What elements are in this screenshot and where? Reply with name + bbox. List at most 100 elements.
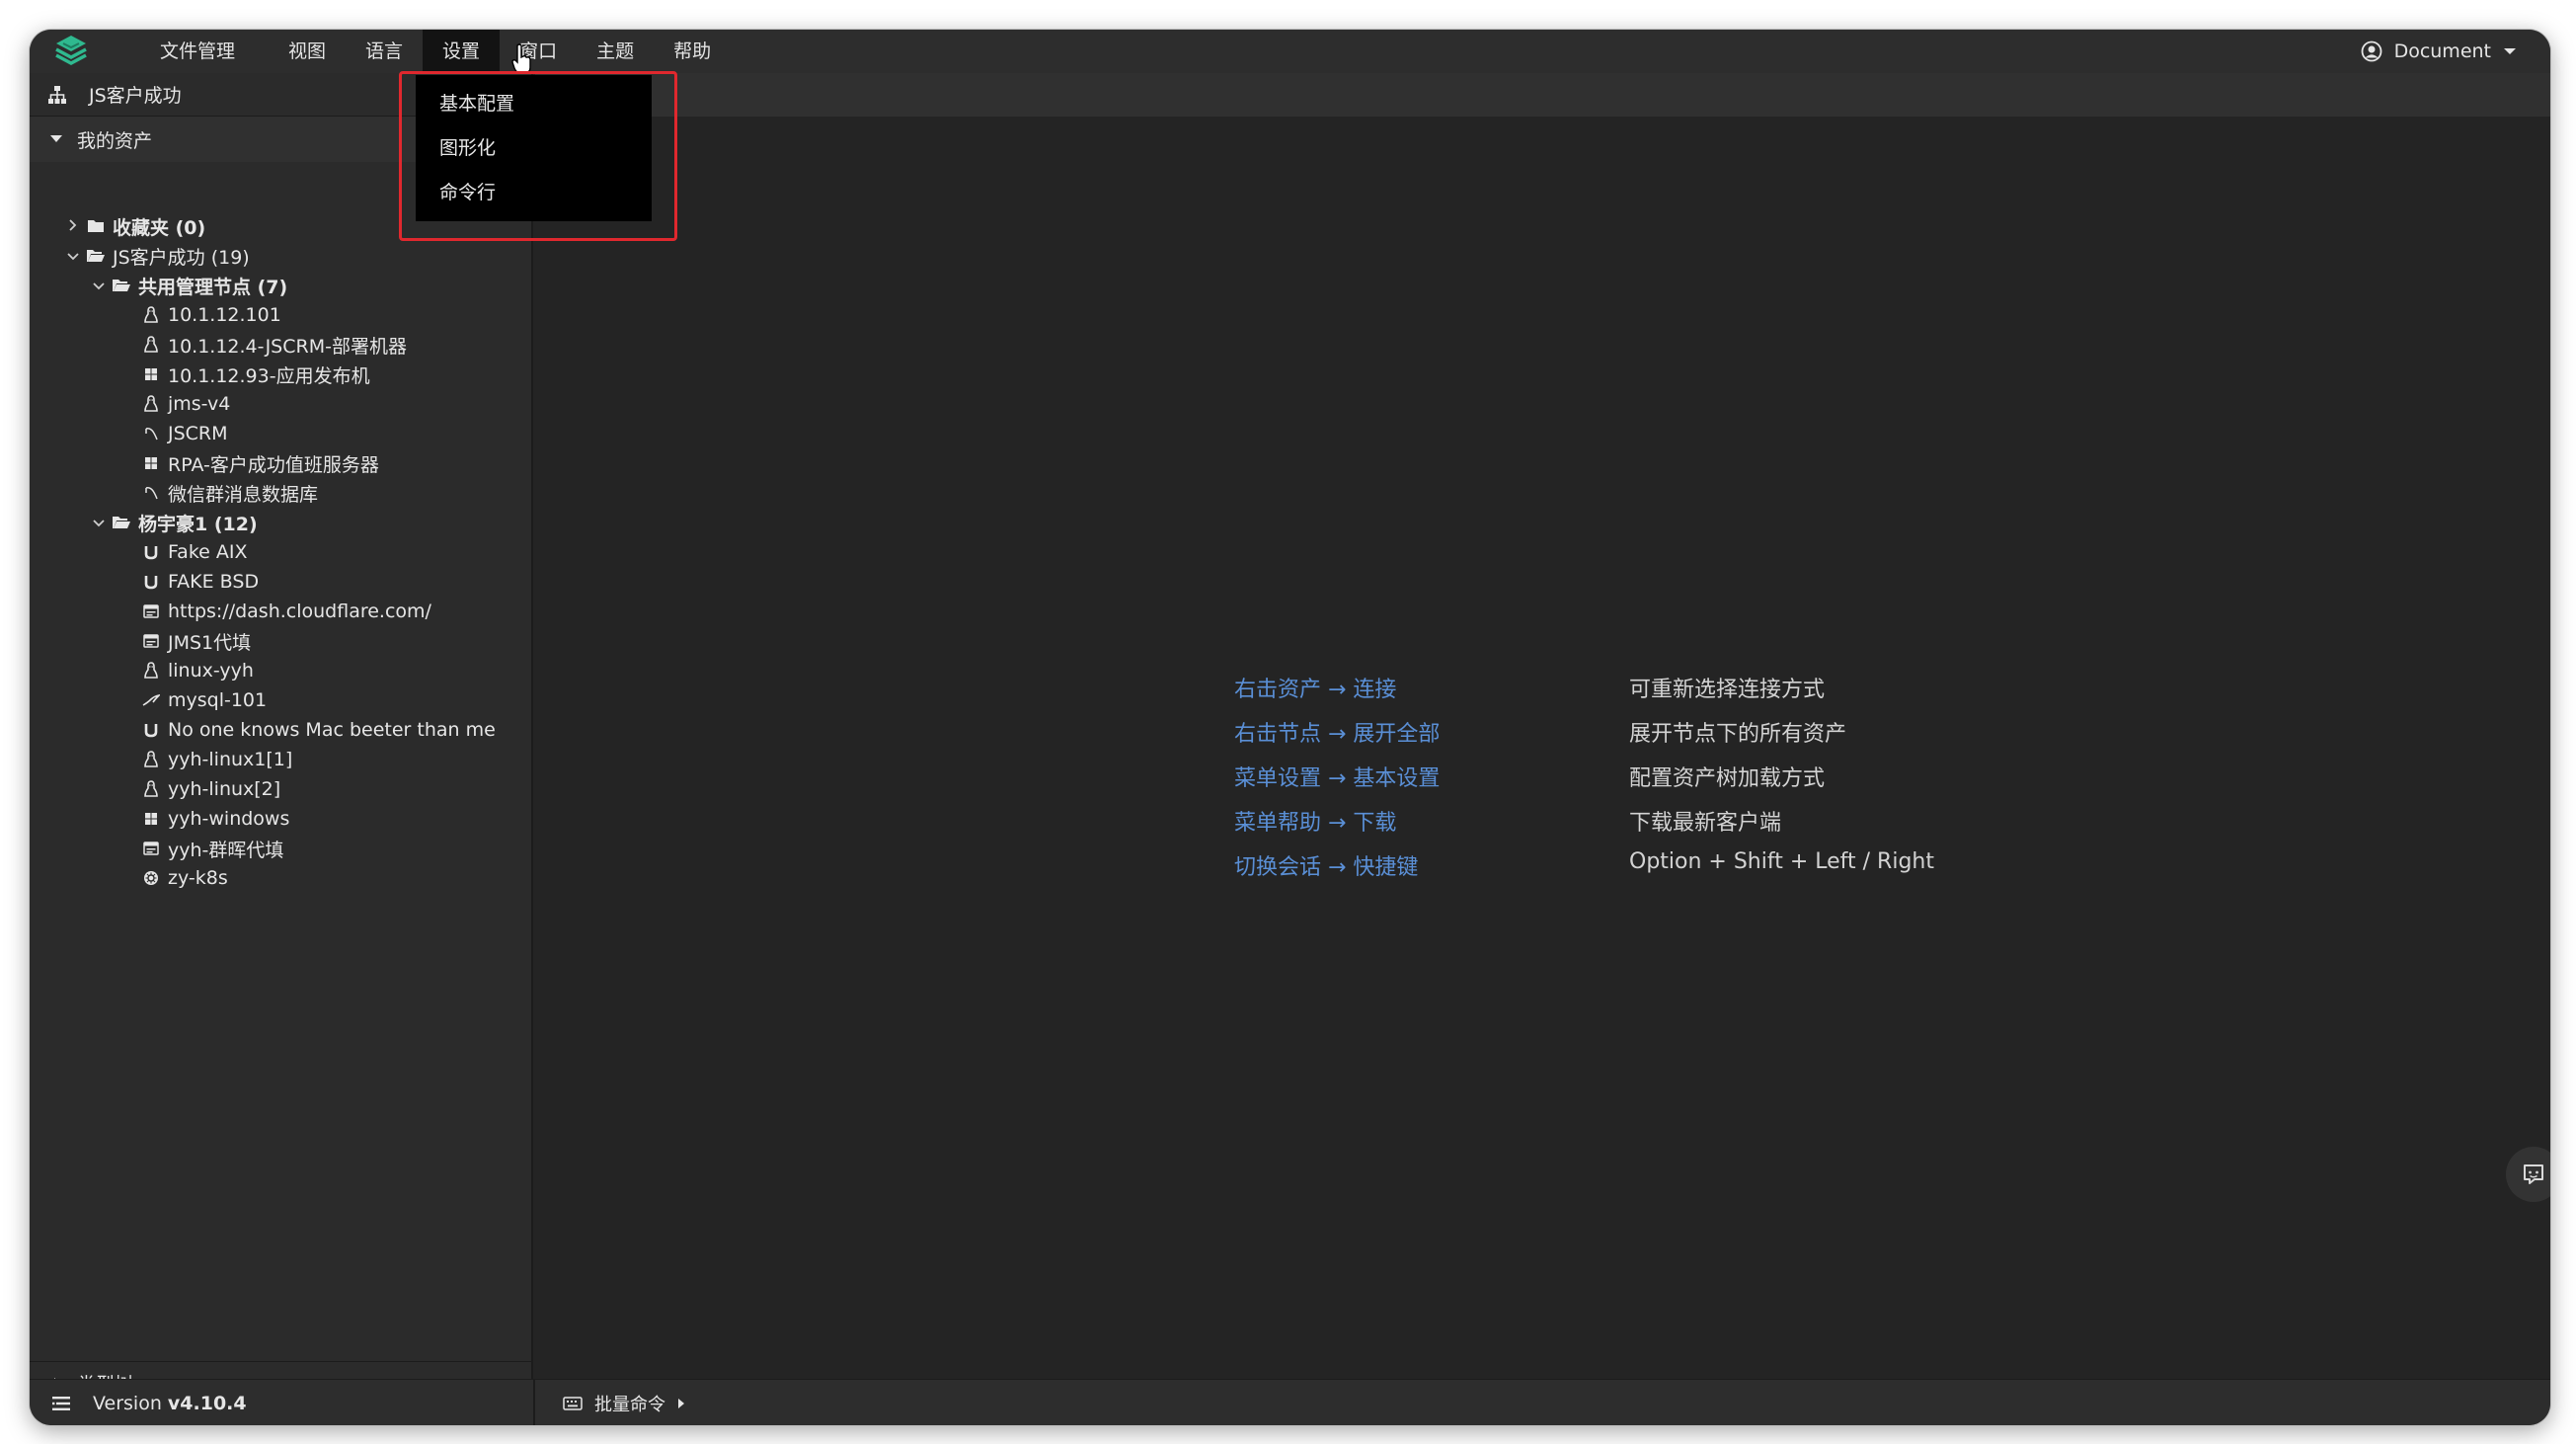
organization-icon [48,85,66,104]
tree-node-folder[interactable]: JS客户成功 (19) [30,241,531,271]
batch-command-button[interactable]: 批量命令 [563,1380,685,1425]
folder-closed-icon [85,215,107,237]
batch-command-label: 批量命令 [594,1394,665,1415]
menu-bar: 文件管理 视图 语言 设置 窗口 主题 帮助 Document [30,30,2550,74]
tree-node-asset[interactable]: jms-v4 [30,389,531,419]
unix-icon [140,541,162,563]
my-assets-title: 我的资产 [77,129,153,152]
status-divider [533,1380,535,1425]
tree-node-asset[interactable]: yyh-群晖代填 [30,834,531,863]
user-name: Document [2393,40,2491,62]
tree-node-label: yyh-linux1[1] [168,749,293,770]
tree-node-label: RPA-客户成功值班服务器 [168,453,379,476]
tree-node-asset[interactable]: zy-k8s [30,863,531,893]
asset-sidebar: JS客户成功 我的资产 收藏夹 (0) JS客户成功 (19) 共用管理节点 (7)… [30,73,533,1404]
tree-node-folder[interactable]: 杨宇豪1 (12) [30,508,531,537]
tree-node-label: 10.1.12.93-应用发布机 [168,364,370,387]
tree-node-asset[interactable]: JSCRM [30,419,531,448]
linux-icon [140,393,162,415]
windows-icon [140,452,162,474]
annotation-highlight-box [399,71,677,241]
mysql-icon [140,689,162,711]
chat-assistant-button[interactable] [2506,1147,2550,1202]
tree-node-asset[interactable]: 10.1.12.4-JSCRM-部署机器 [30,330,531,360]
main-menu: 文件管理 视图 语言 设置 窗口 主题 帮助 [140,30,731,73]
tree-node-label: jms-v4 [168,393,231,415]
tree-node-label: FAKE BSD [168,571,260,593]
website-icon [140,630,162,652]
unix-icon [140,719,162,741]
tree-node-asset[interactable]: Fake AIX [30,537,531,567]
chevron-down-icon[interactable] [61,247,85,265]
menu-settings[interactable]: 设置 [423,30,501,73]
version-info: Version v4.10.4 [51,1380,247,1425]
list-icon [52,1396,70,1410]
user-menu[interactable]: Document [2361,30,2517,73]
tree-node-asset[interactable]: 微信群消息数据库 [30,478,531,508]
tree-node-label: 10.1.12.4-JSCRM-部署机器 [168,335,407,358]
hint-action: 右击资产 → 连接 [1234,678,1397,702]
tree-node-label: yyh-linux[2] [168,778,281,800]
tree-node-label: 共用管理节点 (7) [138,276,288,298]
tree-node-label: https://dash.cloudflare.com/ [168,601,431,622]
hint-action: 菜单帮助 → 下载 [1234,811,1397,836]
tree-node-asset[interactable]: JMS1代填 [30,626,531,656]
linux-icon [140,749,162,770]
tree-node-asset[interactable]: 10.1.12.101 [30,300,531,330]
user-avatar-icon [2361,40,2381,62]
tree-node-label: linux-yyh [168,660,254,682]
folder-open-icon [111,512,132,533]
tree-node-label: No one knows Mac beeter than me [168,719,496,741]
tree-node-asset[interactable]: https://dash.cloudflare.com/ [30,597,531,626]
tree-node-asset[interactable]: FAKE BSD [30,567,531,597]
tree-node-asset[interactable]: yyh-linux[2] [30,774,531,804]
hint-action: 菜单设置 → 基本设置 [1234,766,1441,791]
tree-node-asset[interactable]: linux-yyh [30,656,531,685]
menu-help[interactable]: 帮助 [654,30,731,73]
tree-node-asset[interactable]: yyh-windows [30,804,531,834]
menu-file-management[interactable]: 文件管理 [140,30,255,73]
linux-icon [140,660,162,682]
menu-language[interactable]: 语言 [346,30,423,73]
chevron-down-icon[interactable] [87,277,111,294]
tree-node-label: zy-k8s [168,867,228,889]
version-label: Version [93,1392,162,1414]
hint-description: 可重新选择连接方式 [1629,678,1826,702]
chevron-right-icon[interactable] [61,217,85,235]
tree-node-label: mysql-101 [168,689,268,711]
database-icon [140,423,162,444]
tree-node-label: JSCRM [168,423,228,444]
tree-node-label: 微信群消息数据库 [168,483,319,506]
tree-node-asset[interactable]: 10.1.12.93-应用发布机 [30,360,531,389]
menu-view[interactable]: 视图 [269,30,346,73]
tree-node-folder[interactable]: 共用管理节点 (7) [30,271,531,300]
tree-node-label: 10.1.12.101 [168,304,281,326]
windows-icon [140,808,162,830]
session-tab-strip [535,73,2550,117]
jumpserver-logo-icon [55,36,87,65]
tree-node-label: 收藏夹 (0) [113,216,206,239]
chat-icon [2524,1164,2543,1184]
hint-description: 展开节点下的所有资产 [1629,722,1847,747]
hint-description: 下载最新客户端 [1629,811,1782,836]
menu-theme[interactable]: 主题 [577,30,654,73]
linux-icon [140,334,162,356]
website-icon [140,838,162,859]
caret-down-icon [50,135,62,142]
hint-description: Option + Shift + Left / Right [1629,849,1934,874]
tree-node-asset[interactable]: mysql-101 [30,685,531,715]
tree-node-asset[interactable]: RPA-客户成功值班服务器 [30,448,531,478]
tree-node-asset[interactable]: No one knows Mac beeter than me [30,715,531,745]
tree-node-label: 杨宇豪1 (12) [138,513,258,535]
tree-node-label: JS客户成功 (19) [113,246,250,269]
linux-icon [140,778,162,800]
version-value: v4.10.4 [167,1392,247,1414]
chevron-down-icon[interactable] [87,514,111,531]
folder-open-icon [85,245,107,267]
website-icon [140,601,162,622]
windows-icon [140,363,162,385]
kubernetes-icon [140,867,162,889]
tree-node-asset[interactable]: yyh-linux1[1] [30,745,531,774]
tree-node-label: JMS1代填 [168,631,252,654]
app-window: 文件管理 视图 语言 设置 窗口 主题 帮助 Document JS客户成功 我… [30,30,2550,1425]
